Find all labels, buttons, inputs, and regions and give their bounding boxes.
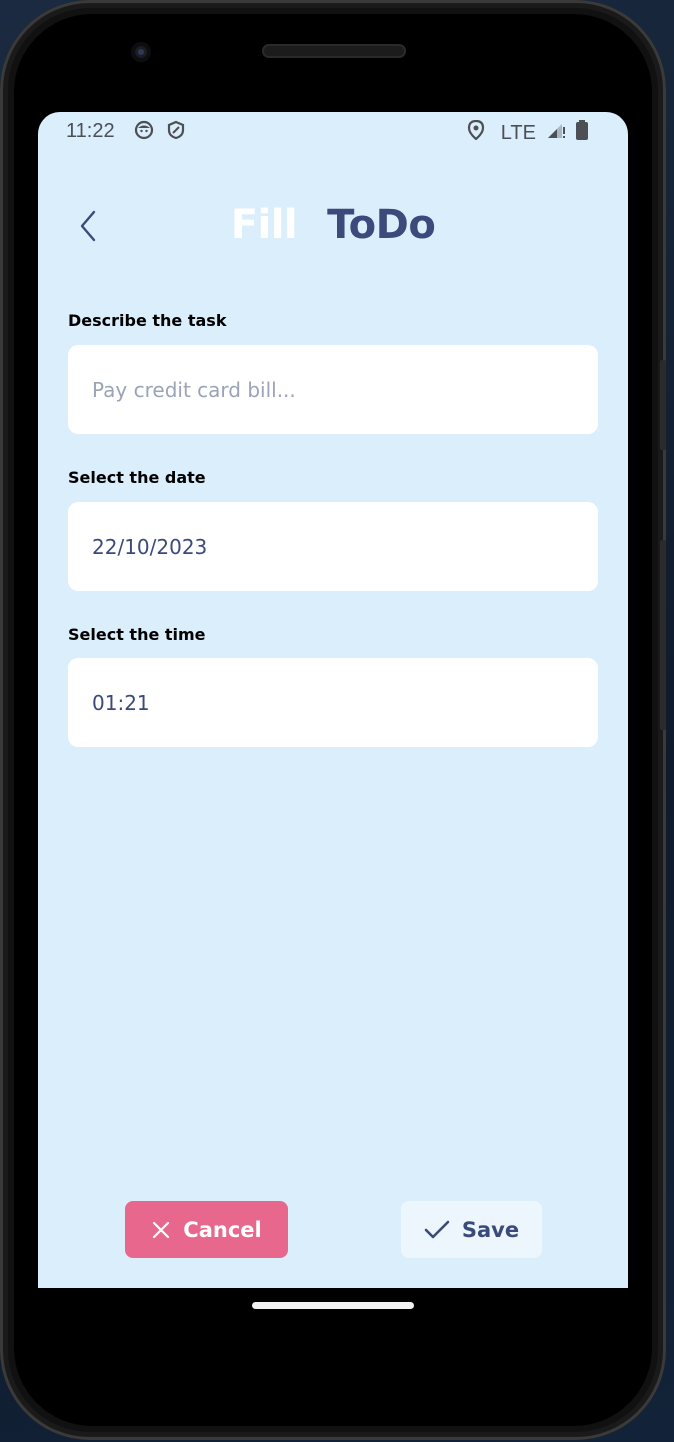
power-button [660, 540, 666, 730]
volume-button [660, 360, 666, 450]
status-right-group: LTE [467, 119, 588, 146]
battery-icon [576, 120, 588, 146]
page-title: Fill ToDo [38, 202, 628, 248]
earpiece-speaker [262, 44, 406, 58]
status-time: 11:22 [66, 120, 115, 142]
task-input-placeholder: Pay credit card bill... [92, 377, 296, 402]
page-title-fill: Fill [230, 202, 298, 248]
time-value: 01:21 [92, 690, 150, 715]
page-title-todo: ToDo [327, 202, 436, 248]
date-value: 22/10/2023 [92, 534, 208, 559]
save-button-label: Save [461, 1217, 520, 1242]
app-screen: 11:22 LTE Fill ToDo Describe the task Pa… [38, 112, 628, 1288]
front-camera [131, 42, 151, 62]
face-icon [134, 120, 154, 146]
network-type: LTE [500, 121, 536, 144]
status-bar: 11:22 LTE [38, 112, 628, 148]
home-indicator[interactable] [252, 1302, 414, 1309]
task-label: Describe the task [68, 311, 227, 330]
cancel-button-label: Cancel [183, 1217, 262, 1242]
time-label: Select the time [68, 625, 206, 644]
phone-frame: 11:22 LTE Fill ToDo Describe the task Pa… [0, 0, 666, 1440]
date-input[interactable]: 22/10/2023 [68, 502, 598, 591]
date-label: Select the date [68, 468, 206, 487]
task-input[interactable]: Pay credit card bill... [68, 345, 598, 434]
check-icon [424, 1220, 450, 1238]
cancel-button[interactable]: Cancel [125, 1201, 288, 1258]
time-input[interactable]: 01:21 [68, 658, 598, 747]
location-icon [467, 119, 485, 146]
save-button[interactable]: Save [401, 1201, 542, 1258]
close-icon [153, 1221, 170, 1238]
shield-icon [166, 120, 186, 146]
signal-icon [546, 120, 566, 146]
